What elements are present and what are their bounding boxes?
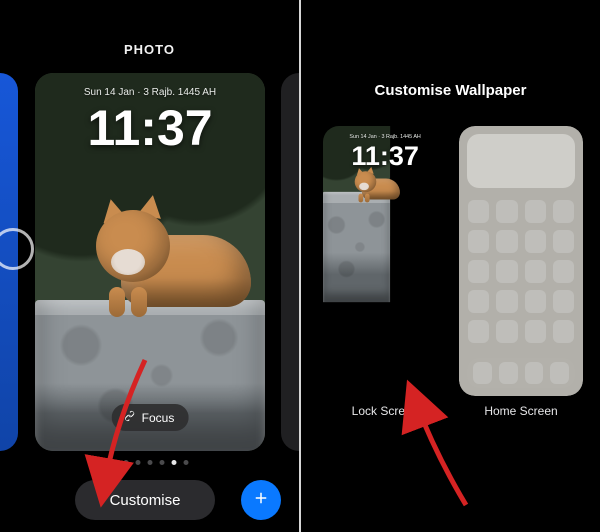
home-screen-thumb[interactable]	[459, 126, 583, 396]
wallpaper-peek-next[interactable]	[281, 73, 299, 451]
page-dot[interactable]	[135, 460, 140, 465]
home-screen-label: Home Screen	[459, 404, 583, 418]
home-icon-grid	[467, 200, 575, 343]
page-dot[interactable]	[147, 460, 152, 465]
two-pane-stage: PHOTO Sun 14 Jan · 3 Rajb. 1445 AH 11:37…	[0, 0, 600, 532]
customise-button[interactable]: Customise	[75, 480, 215, 520]
add-wallpaper-button[interactable]	[241, 480, 281, 520]
home-dock	[467, 358, 575, 388]
wallpaper-peek-prev[interactable]	[0, 73, 18, 451]
page-dot[interactable]	[159, 460, 164, 465]
focus-label: Focus	[142, 411, 175, 425]
page-dot[interactable]	[183, 460, 188, 465]
wallpaper-card[interactable]: Sun 14 Jan · 3 Rajb. 1445 AH 11:37 Focus	[35, 73, 265, 451]
lock-date: Sun 14 Jan · 3 Rajb. 1445 AH	[35, 87, 265, 98]
lock-thumb-time: 11:37	[323, 140, 447, 171]
page-indicator[interactable]	[111, 460, 188, 465]
page-dot[interactable]	[111, 460, 116, 465]
page-dot[interactable]	[171, 460, 176, 465]
lock-screen-thumb[interactable]: Sun 14 Jan · 3 Rajb. 1445 AH 11:37	[323, 126, 447, 396]
page-dot[interactable]	[123, 460, 128, 465]
lock-screen-label: Lock Screen	[323, 404, 447, 418]
wallpaper-cat	[91, 167, 251, 307]
home-widget-placeholder	[467, 134, 575, 188]
plus-icon	[252, 489, 270, 512]
link-icon	[124, 410, 136, 425]
customise-label: Customise	[110, 492, 181, 509]
page-title: PHOTO	[0, 42, 299, 57]
home-preview	[459, 126, 583, 396]
left-pane: PHOTO Sun 14 Jan · 3 Rajb. 1445 AH 11:37…	[0, 0, 299, 532]
focus-button[interactable]: Focus	[112, 404, 189, 431]
lock-time: 11:37	[35, 99, 265, 157]
customise-title: Customise Wallpaper	[301, 82, 600, 99]
right-pane: Customise Wallpaper Sun 14 Jan · 3 Rajb.…	[301, 0, 600, 532]
lock-thumb-date: Sun 14 Jan · 3 Rajb. 1445 AH	[323, 134, 447, 140]
